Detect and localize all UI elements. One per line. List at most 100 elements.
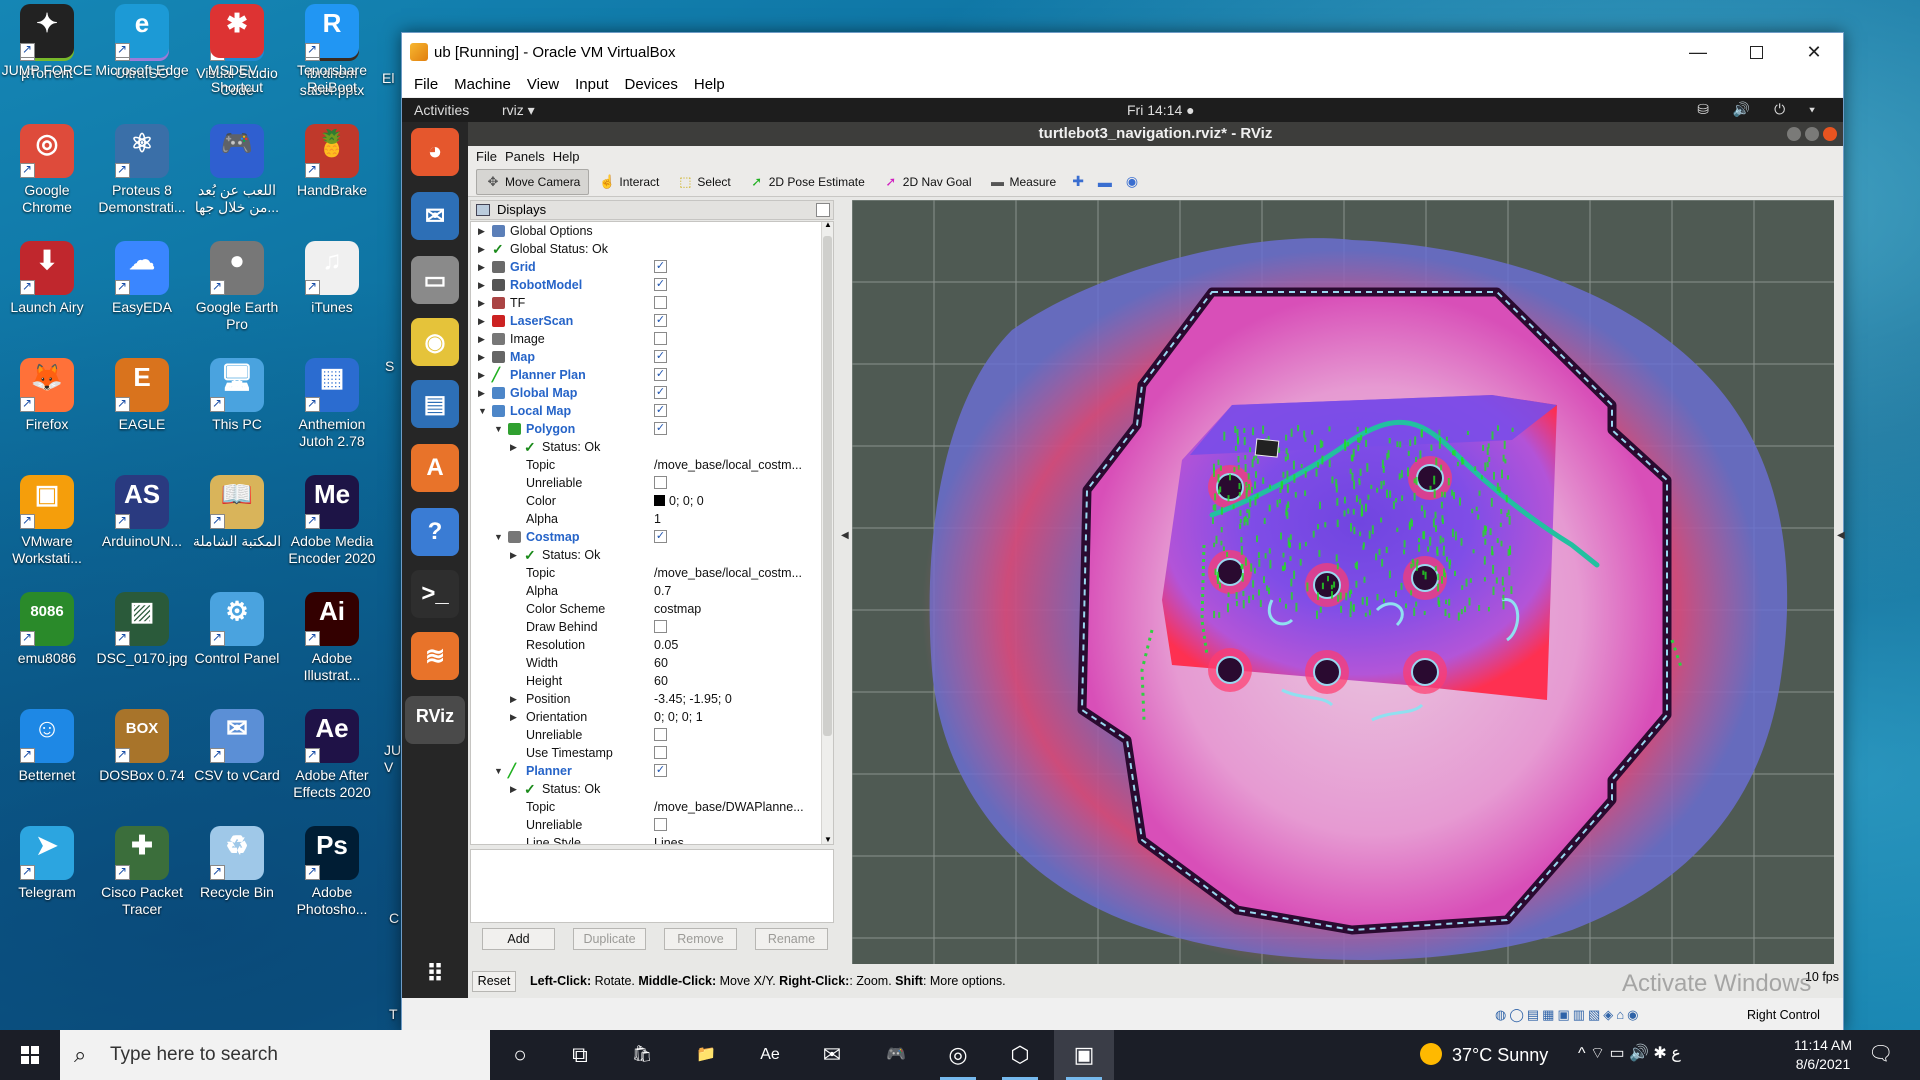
tree-row-planner[interactable]: ▼ ╱ Planner ✓	[471, 762, 833, 780]
tree-row-map[interactable]: ▶ Map ✓	[471, 348, 833, 366]
gnome-clock[interactable]: Fri 14:14 ●	[1127, 102, 1195, 118]
remove-button[interactable]: Remove	[664, 928, 737, 950]
store-icon[interactable]: 🛍	[612, 1030, 672, 1080]
checkbox[interactable]: ✓	[654, 530, 667, 543]
tree-row-local-map[interactable]: ▼ Local Map ✓	[471, 402, 833, 420]
expand-arrow-icon[interactable]: ▼	[494, 762, 506, 780]
checkbox[interactable]	[654, 818, 667, 831]
desktop-icon[interactable]: ➤ Telegram	[0, 822, 94, 901]
property-value[interactable]: costmap	[654, 600, 701, 618]
property-value[interactable]: 0; 0; 0; 1	[654, 708, 703, 726]
maximize-button[interactable]	[1727, 33, 1785, 71]
close-button[interactable]: ✕	[1785, 33, 1843, 71]
vbox-menu-devices[interactable]: Devices	[617, 76, 686, 93]
expand-arrow-icon[interactable]: ▶	[510, 708, 522, 726]
tree-row-unreliable[interactable]: Unreliable	[471, 726, 833, 744]
expand-arrow-icon[interactable]: ▶	[510, 438, 522, 456]
rhythmbox-icon[interactable]: ◉	[411, 318, 459, 366]
reset-button[interactable]: Reset	[472, 971, 516, 992]
tree-row-resolution[interactable]: Resolution 0.05	[471, 636, 833, 654]
checkbox[interactable]: ✓	[654, 278, 667, 291]
desktop-icon[interactable]: ☁ EasyEDA	[95, 237, 189, 316]
tree-row-status-ok[interactable]: ▶ ✓ Status: Ok	[471, 438, 833, 456]
rviz-menu-help[interactable]: Help	[553, 149, 588, 164]
tree-row-image[interactable]: ▶ Image	[471, 330, 833, 348]
checkbox[interactable]: ✓	[654, 260, 667, 273]
desktop-icon[interactable]: Ae Adobe After Effects 2020	[285, 705, 379, 801]
taskbar-search[interactable]: ⌕ Type here to search	[60, 1030, 490, 1080]
thunderbird-icon[interactable]: ✉	[411, 192, 459, 240]
vbox-menu-machine[interactable]: Machine	[446, 76, 519, 93]
desktop-icon[interactable]: e Microsoft Edge	[95, 0, 189, 79]
expand-arrow-icon[interactable]: ▶	[478, 222, 490, 240]
taskbar-clock[interactable]: 11:14 AM 8/6/2021	[1768, 1036, 1878, 1074]
desktop-icon[interactable]: ▦ Anthemion Jutoh 2.78	[285, 354, 379, 450]
expand-arrow-icon[interactable]: ▶	[510, 780, 522, 798]
checkbox[interactable]: ✓	[654, 764, 667, 777]
panel-float-button[interactable]	[816, 203, 830, 217]
displays-tree[interactable]: ▶ Global Options ▶ ✓ Global Status: Ok ▶ Grid ✓…	[470, 221, 834, 845]
desktop-icon[interactable]: Ps Adobe Photosho...	[285, 822, 379, 918]
chrome-icon[interactable]: ◎	[928, 1030, 988, 1080]
desktop-icon[interactable]: ⚛ Proteus 8 Demonstrati...	[95, 120, 189, 216]
rviz-window[interactable]: turtlebot3_navigation.rviz* - RViz File P…	[468, 122, 1845, 998]
terminal-icon[interactable]: >_	[411, 570, 459, 618]
tool-2d-pose-estimate[interactable]: ➚ 2D Pose Estimate	[741, 169, 873, 195]
checkbox[interactable]: ✓	[654, 368, 667, 381]
gamepad-icon[interactable]: 🎮	[866, 1030, 926, 1080]
rviz-3d-view[interactable]	[852, 200, 1834, 964]
expand-arrow-icon[interactable]: ▼	[494, 528, 506, 546]
show-apps-icon[interactable]: ⠿	[411, 950, 459, 998]
checkbox[interactable]: ✓	[654, 422, 667, 435]
checkbox[interactable]: ✓	[654, 386, 667, 399]
desktop-icon[interactable]: ♻ Recycle Bin	[190, 822, 284, 901]
tree-row-use-timestamp[interactable]: Use Timestamp	[471, 744, 833, 762]
tool-move-camera[interactable]: ✥ Move Camera	[476, 168, 590, 195]
writer-icon[interactable]: ▤	[411, 380, 459, 428]
help-icon[interactable]: ?	[411, 508, 459, 556]
tree-row-unreliable[interactable]: Unreliable	[471, 474, 833, 492]
desktop-icon[interactable]: 8086 emu8086	[0, 588, 94, 667]
layers-icon[interactable]: ≋	[411, 632, 459, 680]
rviz-menu-panels[interactable]: Panels	[505, 149, 553, 164]
tree-row-position[interactable]: ▶ Position -3.45; -1.95; 0	[471, 690, 833, 708]
desktop-icon[interactable]: ✦ JUMP FORCE	[0, 0, 94, 79]
tree-row-color-scheme[interactable]: Color Scheme costmap	[471, 600, 833, 618]
remove-tool-icon[interactable]: ▬	[1092, 169, 1118, 195]
property-value[interactable]: 60	[654, 672, 668, 690]
vbox-menu-file[interactable]: File	[406, 76, 446, 93]
desktop-icon[interactable]: ⬇ Launch Airy	[0, 237, 94, 316]
collapse-left-icon[interactable]: ◀	[841, 530, 849, 544]
expand-arrow-icon[interactable]: ▶	[510, 546, 522, 564]
expand-arrow-icon[interactable]: ▶	[478, 312, 490, 330]
expand-arrow-icon[interactable]: ▶	[478, 276, 490, 294]
checkbox[interactable]	[654, 476, 667, 489]
gnome-system-tray[interactable]: ⛁ 🔊 ⏻ ▾	[1697, 101, 1825, 118]
duplicate-button[interactable]: Duplicate	[573, 928, 646, 950]
guest-screen[interactable]: Activities rviz ▾ Fri 14:14 ● ⛁ 🔊 ⏻ ▾ ◕ ✉…	[402, 98, 1845, 998]
tool-select[interactable]: ⬚ Select	[669, 169, 738, 195]
tool-2d-nav-goal[interactable]: ➚ 2D Nav Goal	[875, 169, 980, 195]
desktop-icon[interactable]: ◎ Google Chrome	[0, 120, 94, 216]
vbox-titlebar[interactable]: ub [Running] - Oracle VM VirtualBox — ✕	[402, 33, 1843, 71]
start-button[interactable]	[0, 1030, 60, 1080]
minimize-button[interactable]: —	[1669, 33, 1727, 71]
vbox-menu-help[interactable]: Help	[686, 76, 733, 93]
expand-arrow-icon[interactable]: ▶	[478, 240, 490, 258]
cortana-icon[interactable]: ○	[490, 1030, 550, 1080]
rviz-menu-file[interactable]: File	[476, 149, 505, 164]
scrollbar-thumb[interactable]	[823, 236, 832, 736]
tool-measure[interactable]: ▬ Measure	[982, 169, 1065, 195]
virtualbox-cube-icon[interactable]: ⬡	[990, 1030, 1050, 1080]
app-menu[interactable]: rviz ▾	[502, 102, 535, 119]
expand-arrow-icon[interactable]: ▼	[494, 420, 506, 438]
property-value[interactable]: 60	[654, 654, 668, 672]
desktop-icon[interactable]: 🖥 This PC	[190, 354, 284, 433]
tree-row-height[interactable]: Height 60	[471, 672, 833, 690]
virtualbox-window[interactable]: ub [Running] - Oracle VM VirtualBox — ✕ …	[401, 32, 1845, 1032]
desktop-icon[interactable]: 🍍 HandBrake	[285, 120, 379, 199]
desktop-icon[interactable]: 📖 المكتبة الشاملة	[190, 471, 284, 550]
desktop-icon[interactable]: 🎮 اللعب عن بُعد من خلال جها...	[190, 120, 284, 216]
tree-row-draw-behind[interactable]: Draw Behind	[471, 618, 833, 636]
tree-row-robotmodel[interactable]: ▶ RobotModel ✓	[471, 276, 833, 294]
